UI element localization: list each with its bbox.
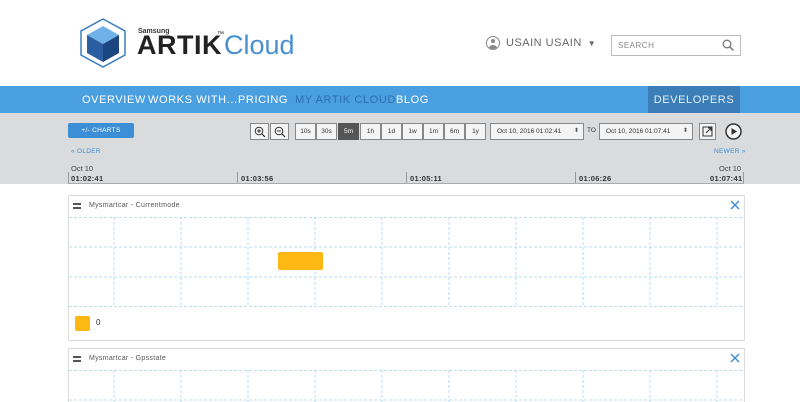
timeline-tick-label: 01:03:56	[241, 174, 274, 183]
chevron-down-icon: ▼	[587, 38, 597, 48]
header: Samsung ARTIK ™ Cloud USAIN USAIN ▼	[0, 0, 800, 86]
play-icon[interactable]	[725, 123, 742, 140]
user-avatar-icon	[486, 36, 500, 50]
range-1y-button[interactable]: 1y	[465, 123, 486, 140]
brand-cloud: Cloud	[224, 30, 295, 60]
chart-toolbar: +/- CHARTS 10s 30s 5m 1h 1d 1w 1m 6m 1y …	[0, 113, 800, 184]
chart-title: Mysmartcar - Gpsstate	[89, 355, 167, 362]
event-marker[interactable]	[278, 252, 323, 270]
search-icon[interactable]	[722, 39, 734, 51]
chart-plot-area	[69, 370, 744, 402]
to-label: TO	[587, 127, 596, 134]
search-input[interactable]	[612, 36, 722, 55]
range-1w-button[interactable]: 1w	[402, 123, 423, 140]
chart-panel: Mysmartcar - Gpsstate	[68, 348, 745, 402]
toggle-charts-button[interactable]: +/- CHARTS	[68, 123, 134, 138]
main-nav: OVERVIEW WORKS WITH... PRICING MY ARTIK …	[0, 86, 800, 113]
brand-trademark: ™	[217, 31, 224, 38]
timeline-start-date: Oct 10	[71, 164, 94, 173]
timeline-tick-label: 01:06:26	[579, 174, 612, 183]
timeline-tick-label: 01:02:41	[71, 174, 104, 183]
artik-cube-logo-icon[interactable]	[80, 18, 126, 68]
spinner-icon: ⬍	[573, 128, 579, 134]
newer-link[interactable]: NEWER »	[714, 148, 746, 155]
export-icon[interactable]	[699, 123, 716, 140]
user-name: USAIN USAIN	[506, 37, 582, 49]
range-1h-button[interactable]: 1h	[360, 123, 381, 140]
chart-panel: Mysmartcar - Currentmode 0	[68, 195, 745, 341]
range-10s-button[interactable]: 10s	[295, 123, 316, 140]
timeline-tick-label: 01:07:41	[710, 174, 743, 183]
nav-item-blog[interactable]: BLOG	[396, 94, 429, 106]
nav-item-my-artik-cloud[interactable]: MY ARTIK CLOUD	[295, 94, 396, 106]
range-1d-button[interactable]: 1d	[381, 123, 402, 140]
user-menu[interactable]: USAIN USAIN ▼	[486, 36, 596, 50]
range-6m-button[interactable]: 6m	[444, 123, 465, 140]
drag-handle-icon[interactable]	[73, 203, 81, 209]
nav-item-overview[interactable]: OVERVIEW	[82, 94, 146, 106]
nav-item-pricing[interactable]: PRICING	[238, 94, 288, 106]
range-5m-button[interactable]: 5m	[338, 123, 359, 140]
zoom-out-icon	[274, 126, 285, 137]
range-1m-button[interactable]: 1m	[423, 123, 444, 140]
brand-artik: ARTIK	[137, 30, 222, 60]
zoom-in-button[interactable]	[250, 123, 269, 140]
from-date-picker[interactable]: Oct 10, 2016 01:02:41 ⬍	[490, 123, 584, 140]
to-date-value: Oct 10, 2016 01:07:41	[606, 128, 671, 135]
older-link[interactable]: « OLDER	[71, 148, 101, 155]
timeline-end-date: Oct 10	[719, 164, 742, 173]
to-date-picker[interactable]: Oct 10, 2016 01:07:41 ⬍	[599, 123, 693, 140]
timeline-axis	[68, 183, 744, 184]
from-date-value: Oct 10, 2016 01:02:41	[497, 128, 562, 135]
legend-swatch	[75, 316, 90, 331]
close-icon[interactable]	[729, 352, 741, 364]
zoom-out-button[interactable]	[270, 123, 289, 140]
chart-title: Mysmartcar - Currentmode	[89, 202, 180, 209]
chart-plot-area	[69, 217, 744, 307]
timeline-tick-label: 01:05:11	[410, 174, 443, 183]
zoom-in-icon	[254, 126, 265, 137]
nav-item-developers[interactable]: DEVELOPERS	[648, 86, 740, 113]
legend-label: 0	[96, 318, 101, 327]
drag-handle-icon[interactable]	[73, 356, 81, 362]
close-icon[interactable]	[729, 199, 741, 211]
spinner-icon: ⬍	[682, 128, 688, 134]
search-box[interactable]	[611, 35, 741, 56]
nav-item-works-with[interactable]: WORKS WITH...	[148, 94, 238, 106]
range-30s-button[interactable]: 30s	[316, 123, 337, 140]
